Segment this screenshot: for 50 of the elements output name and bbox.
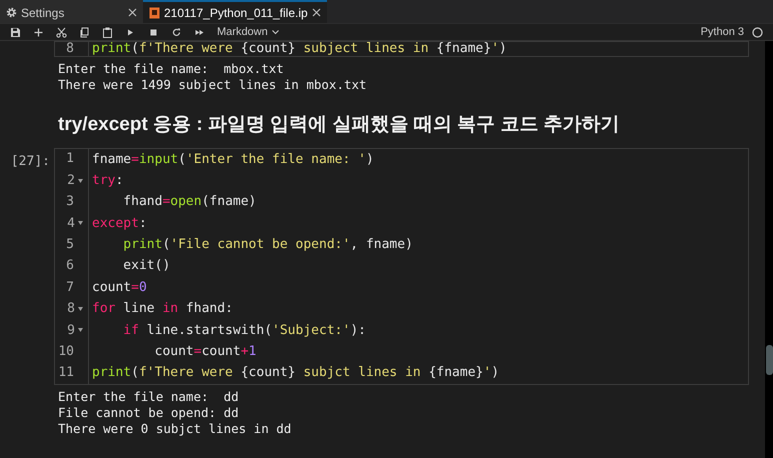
- output-line: Enter the file name: dd: [58, 388, 240, 405]
- tab[interactable]: 210117_Python_011_file.ip: [143, 0, 327, 23]
- code-line: fname=input('Enter the file name: '): [92, 150, 375, 168]
- code-line: print(f'There were {count} subjct lines in {fname}'): [92, 364, 500, 382]
- caret-icon: [272, 30, 279, 34]
- output-line: File cannot be opend: dd: [58, 404, 240, 421]
- gear-icon: [6, 7, 17, 18]
- code-line: exit(): [122, 257, 172, 276]
- notebook-icon: [149, 6, 160, 18]
- code-line: try:: [92, 172, 124, 190]
- code-line: if line.startswith('Subject:'):: [122, 322, 367, 340]
- code-line: for line in fhand:: [92, 300, 234, 318]
- code-editor[interactable]: 8 print(f'There were {count} subject lines in {fname}'): [54, 41, 749, 57]
- output-line: There were 0 subjct lines in dd: [58, 420, 292, 437]
- line-number: 1: [66, 150, 74, 168]
- line-number: 5: [66, 236, 74, 254]
- copy-icon: [79, 26, 90, 38]
- kernel-name: Python 3: [700, 24, 744, 40]
- section-heading: try/except 응용 : 파일명 입력에 실패했을 때의 복구 코드 추가하기: [57, 113, 621, 137]
- line-number: 8: [67, 300, 75, 318]
- line-number: 11: [58, 364, 74, 382]
- clipboard-icon: [102, 26, 113, 38]
- cell-type-dropdown[interactable]: Markdown: [211, 24, 285, 40]
- code-line: except:: [92, 214, 148, 233]
- line-number: 3: [66, 193, 74, 212]
- restart-icon: [171, 26, 182, 38]
- line-number: 6: [66, 257, 74, 276]
- stop-icon: [148, 26, 159, 38]
- output-line: Enter the file name: mbox.txt: [58, 61, 285, 77]
- code-line: print('File cannot be opend:', fname): [122, 236, 414, 254]
- line-number: 8: [66, 42, 74, 56]
- code-line: count=count+1: [154, 343, 258, 362]
- tab[interactable]: Settings: [0, 0, 143, 23]
- code-line: print(f'There were {count} subject lines in {fname}'): [92, 42, 508, 56]
- code-line: fhand=open(fname): [122, 193, 258, 212]
- save-icon: [10, 26, 21, 38]
- close-icon: [128, 8, 137, 17]
- line-number: 4: [67, 214, 75, 233]
- line-number: 2: [67, 172, 75, 190]
- code-line: count=0: [92, 278, 148, 297]
- line-number: 7: [66, 278, 74, 297]
- line-number: 10: [58, 342, 74, 361]
- plus-icon: [33, 26, 44, 38]
- scrollbar-thumb[interactable]: [766, 345, 773, 375]
- close-icon: [312, 8, 321, 17]
- line-number: 9: [67, 322, 75, 340]
- execution-count: [27]:: [10, 154, 50, 168]
- output-line: There were 1499 subject lines in mbox.txt: [58, 77, 368, 93]
- scissors-icon: [56, 26, 67, 38]
- code-editor[interactable]: [54, 148, 749, 385]
